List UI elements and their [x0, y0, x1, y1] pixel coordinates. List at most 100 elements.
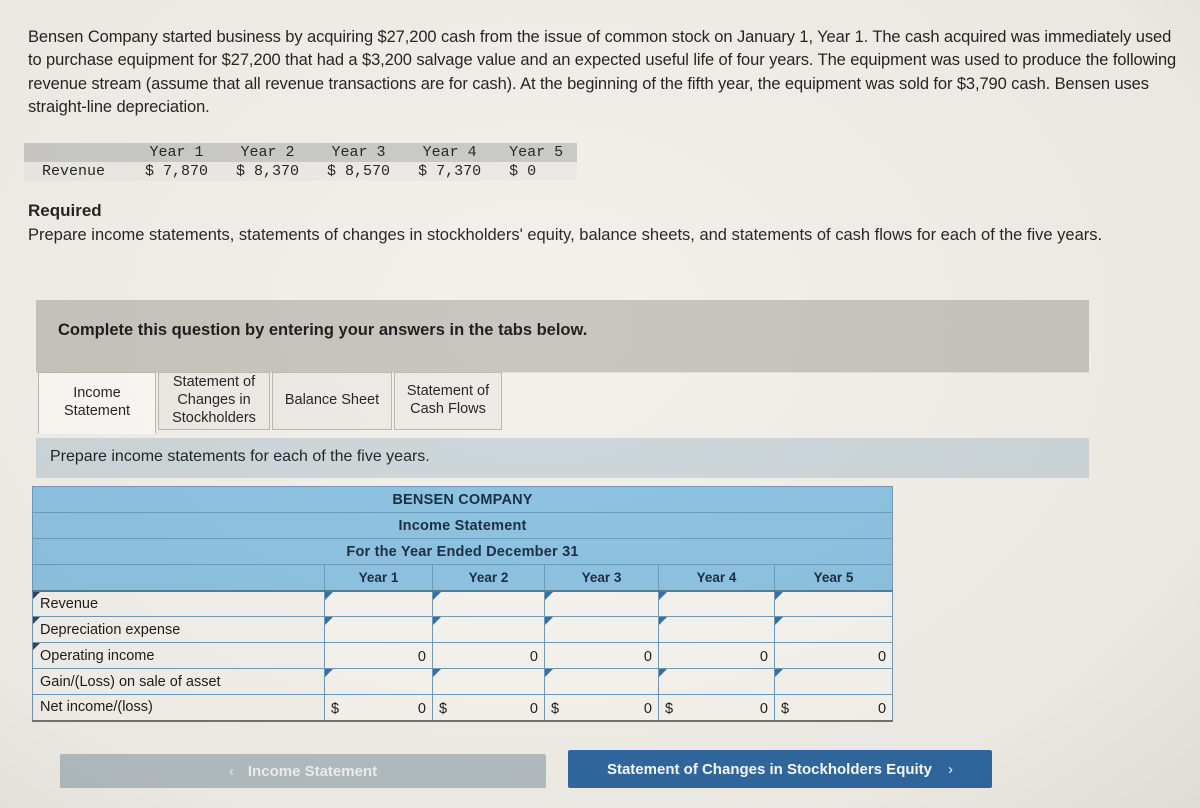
dropdown-marker-icon — [433, 617, 441, 625]
income-statement-header-blank — [32, 564, 325, 591]
row-label-gain-loss-on-sale-of-asset[interactable]: Gain/(Loss) on sale of asset — [32, 668, 325, 695]
row-label-revenue[interactable]: Revenue — [32, 589, 325, 617]
cell-net-income-year-1: $ 0 — [324, 694, 433, 722]
cell-net-income-year-2-dollar: $ — [439, 700, 448, 717]
revenue-header-year-5: Year 5 — [495, 143, 578, 162]
cell-operating-income-year-3-value: 0 — [643, 649, 652, 665]
cell-revenue-year-1[interactable] — [324, 589, 433, 617]
tab-balance-sheet[interactable]: Balance Sheet — [272, 372, 392, 430]
revenue-value-year-5: $ 0 — [495, 162, 578, 181]
previous-tab-button[interactable]: ‹ Income Statement — [60, 754, 546, 788]
revenue-header-blank — [24, 143, 132, 162]
cell-operating-income-year-2-value: 0 — [529, 649, 538, 665]
income-statement-header-year-4: Year 4 — [658, 564, 775, 591]
tab-statement-of-changes-in-stockholders[interactable]: Statement of Changes in Stockholders — [158, 372, 270, 430]
cell-net-income-year-3: $ 0 — [544, 694, 659, 722]
cell-operating-income-year-3: 0 — [544, 642, 659, 669]
table-row: Revenue — [32, 589, 894, 617]
income-statement-header-year-2: Year 2 — [432, 564, 545, 591]
revenue-row-label: Revenue — [24, 162, 132, 181]
cell-net-income-year-2-value: 0 — [529, 700, 538, 717]
chevron-left-icon: ‹ — [228, 762, 234, 780]
revenue-header-year-2: Year 2 — [222, 143, 314, 162]
next-tab-button[interactable]: Statement of Changes in Stockholders Equ… — [568, 750, 992, 788]
cell-net-income-year-4-value: 0 — [759, 700, 768, 717]
required-heading: Required — [28, 201, 102, 220]
row-label-gain-loss-on-sale-of-asset-text: Gain/(Loss) on sale of asset — [40, 673, 221, 690]
cell-operating-income-year-2: 0 — [432, 642, 545, 669]
row-label-depreciation-expense[interactable]: Depreciation expense — [32, 616, 325, 643]
cell-depreciation-expense-year-2[interactable] — [432, 616, 545, 643]
dropdown-marker-icon — [659, 591, 667, 600]
dropdown-marker-icon — [775, 669, 783, 677]
cell-net-income-year-3-dollar: $ — [551, 700, 560, 717]
tab-instruction-text: Prepare income statements for each of th… — [50, 448, 430, 465]
revenue-summary-table: Year 1 Year 2 Year 3 Year 4 Year 5 Reven… — [24, 143, 578, 181]
revenue-header-year-4: Year 4 — [404, 143, 496, 162]
revenue-table-data-row: Revenue $ 7,870 $ 8,370 $ 8,570 $ 7,370 … — [24, 162, 578, 181]
cell-operating-income-year-4: 0 — [658, 642, 775, 669]
revenue-value-year-4: $ 7,370 — [404, 162, 496, 181]
row-label-depreciation-expense-text: Depreciation expense — [40, 621, 181, 638]
table-row: Depreciation expense — [32, 616, 894, 643]
dropdown-marker-icon — [545, 669, 553, 677]
cell-operating-income-year-4-value: 0 — [759, 649, 768, 665]
cell-net-income-year-3-value: 0 — [643, 700, 652, 717]
row-label-operating-income: Operating income — [32, 642, 325, 669]
income-statement-title-row: Income Statement — [31, 512, 894, 539]
tab-statement-of-cash-flows[interactable]: Statement of Cash Flows — [394, 372, 502, 430]
income-statement-header-year-5: Year 5 — [773, 564, 894, 591]
cell-revenue-year-4[interactable] — [658, 589, 775, 617]
dropdown-marker-icon — [775, 591, 783, 600]
dropdown-marker-icon — [433, 591, 441, 600]
row-label-net-income-loss-text: Net income/(loss) — [40, 699, 153, 716]
table-row: Operating income 0 0 0 0 0 — [32, 642, 894, 669]
cell-net-income-year-2: $ 0 — [432, 694, 545, 722]
chevron-right-icon: › — [948, 760, 954, 778]
cell-gain-loss-year-5[interactable] — [773, 668, 894, 695]
cell-net-income-year-5-value: 0 — [877, 700, 887, 717]
dropdown-marker-icon — [33, 617, 40, 624]
dropdown-marker-icon — [325, 669, 333, 677]
tab-statement-of-changes-in-stockholders-label: Statement of Changes in Stockholders — [172, 374, 256, 426]
cell-depreciation-expense-year-5[interactable] — [773, 616, 894, 643]
cell-revenue-year-3[interactable] — [544, 589, 659, 617]
cell-operating-income-year-5-value: 0 — [877, 649, 887, 665]
tab-instruction-bar: Prepare income statements for each of th… — [36, 438, 1089, 478]
cell-depreciation-expense-year-4[interactable] — [658, 616, 775, 643]
problem-statement: Bensen Company started business by acqui… — [28, 28, 1177, 117]
cell-operating-income-year-1: 0 — [324, 642, 433, 669]
cell-depreciation-expense-year-3[interactable] — [544, 616, 659, 643]
cell-revenue-year-5[interactable] — [773, 589, 894, 617]
income-statement-period-row: For the Year Ended December 31 — [31, 538, 894, 565]
required-text: Prepare income statements, statements of… — [28, 226, 1103, 245]
cell-gain-loss-year-3[interactable] — [544, 668, 659, 695]
row-label-net-income-loss: Net income/(loss) — [32, 694, 325, 722]
dropdown-marker-icon — [433, 669, 441, 677]
cell-gain-loss-year-4[interactable] — [658, 668, 775, 695]
income-statement-header-year-1: Year 1 — [324, 564, 433, 591]
tab-income-statement-label: Income Statement — [63, 385, 131, 419]
answer-tabs: Income Statement Statement of Changes in… — [38, 372, 504, 434]
revenue-header-year-1: Year 1 — [131, 143, 223, 162]
cell-operating-income-year-5: 0 — [773, 642, 894, 669]
tab-balance-sheet-label: Balance Sheet — [284, 392, 380, 409]
previous-tab-button-label: Income Statement — [247, 762, 378, 780]
income-statement-column-header-row: Year 1 Year 2 Year 3 Year 4 Year 5 — [32, 564, 894, 591]
cell-gain-loss-year-2[interactable] — [432, 668, 545, 695]
dropdown-marker-icon — [325, 617, 333, 625]
income-statement-title: Income Statement — [31, 512, 894, 539]
revenue-header-year-3: Year 3 — [313, 143, 405, 162]
income-statement-header-year-3: Year 3 — [544, 564, 659, 591]
dropdown-marker-icon — [325, 591, 333, 600]
tab-statement-of-cash-flows-label: Statement of Cash Flows — [406, 383, 490, 417]
cell-net-income-year-4-dollar: $ — [665, 700, 674, 717]
tab-income-statement[interactable]: Income Statement — [38, 372, 156, 434]
table-row: Gain/(Loss) on sale of asset — [32, 668, 894, 695]
cell-revenue-year-2[interactable] — [432, 589, 545, 617]
cell-gain-loss-year-1[interactable] — [324, 668, 433, 695]
dropdown-marker-icon — [33, 591, 40, 599]
cell-net-income-year-5-dollar: $ — [781, 700, 790, 717]
table-row: Net income/(loss) $ 0 $ 0 $ 0 $ 0 $ 0 — [32, 694, 894, 722]
cell-depreciation-expense-year-1[interactable] — [324, 616, 433, 643]
